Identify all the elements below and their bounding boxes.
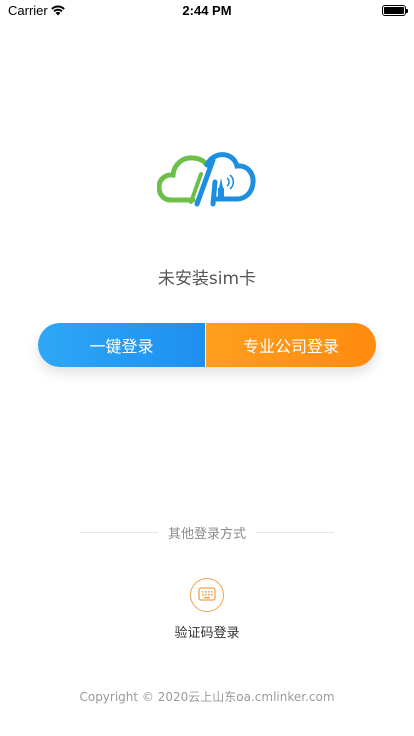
- divider-line-right: [256, 531, 335, 533]
- divider-line-left: [80, 531, 158, 533]
- keyboard-icon: [198, 586, 216, 605]
- login-button-group: 一键登录 专业公司登录: [38, 323, 376, 367]
- one-click-login-button[interactable]: 一键登录: [38, 323, 206, 367]
- sim-status-text: 未安装sim卡: [157, 269, 257, 289]
- status-time: 2:44 PM: [182, 3, 232, 18]
- battery-icon: [382, 5, 408, 16]
- other-methods-divider: 其他登录方式: [80, 522, 335, 542]
- cloud-logo-icon: [156, 148, 257, 212]
- copyright-text: Copyright © 2020云上山东oa.cmlinker.com: [79, 690, 335, 704]
- other-methods-title: 其他登录方式: [168, 526, 247, 542]
- company-login-button[interactable]: 专业公司登录: [206, 323, 376, 367]
- login-screen: Carrier 2:44 PM 未安装sim卡 一键登录 专业公司登录 其他登录…: [0, 0, 414, 736]
- code-login-label[interactable]: 验证码登录: [0, 622, 414, 641]
- code-login-button[interactable]: [190, 578, 224, 612]
- status-bar: Carrier 2:44 PM: [0, 0, 414, 22]
